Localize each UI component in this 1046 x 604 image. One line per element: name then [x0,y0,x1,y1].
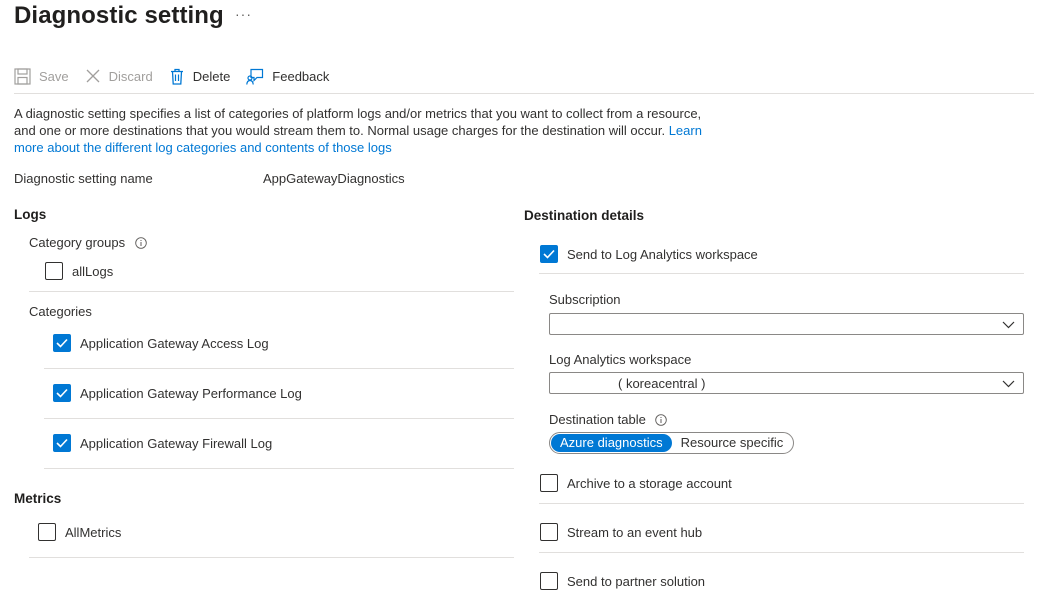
workspace-dropdown[interactable]: ( koreacentral ) [549,372,1024,394]
checkmark-icon [56,388,68,398]
workspace-value: ( koreacentral ) [618,375,706,391]
checkbox-row-performance-log[interactable]: Application Gateway Performance Log [53,384,302,402]
checkbox-row-partner[interactable]: Send to partner solution [540,572,705,590]
checkbox-row-firewall-log[interactable]: Application Gateway Firewall Log [53,434,272,452]
azure-diagnostics-option[interactable]: Azure diagnostics [551,434,672,452]
archive-label: Archive to a storage account [567,475,732,491]
log-analytics-label: Send to Log Analytics workspace [567,246,758,262]
checkbox-row-access-log[interactable]: Application Gateway Access Log [53,334,269,352]
logs-heading: Logs [14,207,47,222]
destination-table-label: Destination table [549,412,668,427]
access-log-label: Application Gateway Access Log [80,335,269,351]
delete-label: Delete [192,68,231,84]
event-hub-checkbox[interactable] [540,523,558,541]
archive-checkbox[interactable] [540,474,558,492]
category-groups-label: Category groups [29,235,147,250]
more-options-button[interactable]: ··· [235,6,252,22]
info-icon[interactable] [134,237,147,249]
checkmark-icon [543,249,555,259]
checkbox-row-alllogs[interactable]: allLogs [45,262,113,280]
discard-label: Discard [108,68,153,84]
checkmark-icon [56,438,68,448]
setting-name-value: AppGatewayDiagnostics [263,171,405,186]
checkbox-row-archive[interactable]: Archive to a storage account [540,474,732,492]
allmetrics-label: AllMetrics [65,524,122,540]
chevron-down-icon [1002,321,1015,329]
destination-heading: Destination details [524,208,645,223]
divider [539,552,1024,553]
chevron-down-icon [1002,380,1015,388]
alllogs-label: allLogs [72,263,114,279]
delete-button[interactable]: Delete [169,60,231,92]
description-text: A diagnostic setting specifies a list of… [14,106,702,138]
checkbox-row-event-hub[interactable]: Stream to an event hub [540,523,702,541]
close-icon [86,69,100,83]
checkmark-icon [56,338,68,348]
subscription-dropdown[interactable] [549,313,1024,335]
divider [29,557,514,558]
save-button[interactable]: Save [14,60,69,92]
divider [44,368,514,369]
info-icon[interactable] [655,414,668,426]
performance-log-checkbox[interactable] [53,384,71,402]
performance-log-label: Application Gateway Performance Log [80,385,302,401]
divider [44,418,514,419]
checkbox-row-allmetrics[interactable]: AllMetrics [38,523,121,541]
destination-table-toggle[interactable]: Azure diagnostics Resource specific [549,432,795,454]
event-hub-label: Stream to an event hub [567,524,703,540]
log-analytics-checkbox[interactable] [540,245,558,263]
access-log-checkbox[interactable] [53,334,71,352]
partner-label: Send to partner solution [567,573,706,589]
category-groups-text: Category groups [29,235,126,250]
workspace-label: Log Analytics workspace [549,352,692,367]
firewall-log-label: Application Gateway Firewall Log [80,435,273,451]
categories-label: Categories [29,304,92,319]
alllogs-checkbox[interactable] [45,262,63,280]
feedback-button[interactable]: Feedback [246,60,329,92]
feedback-label: Feedback [272,68,330,84]
save-icon [14,67,31,85]
checkbox-row-log-analytics[interactable]: Send to Log Analytics workspace [540,245,758,263]
firewall-log-checkbox[interactable] [53,434,71,452]
command-bar: Save Discard Delete Feedback [14,60,345,92]
description: A diagnostic setting specifies a list of… [14,105,714,156]
subscription-label: Subscription [549,292,621,307]
toolbar-divider [14,93,1034,94]
resource-specific-option[interactable]: Resource specific [672,434,793,452]
trash-icon [170,68,183,85]
allmetrics-checkbox[interactable] [38,523,56,541]
setting-name-label: Diagnostic setting name [14,171,153,186]
discard-button[interactable]: Discard [85,60,153,92]
divider [29,291,514,292]
divider [539,503,1024,504]
feedback-icon [246,68,264,85]
partner-checkbox[interactable] [540,572,558,590]
divider [44,468,514,469]
destination-table-text: Destination table [549,412,646,427]
save-label: Save [39,68,69,84]
divider [539,273,1024,274]
page-title: Diagnostic setting [14,2,224,29]
metrics-heading: Metrics [14,491,62,506]
